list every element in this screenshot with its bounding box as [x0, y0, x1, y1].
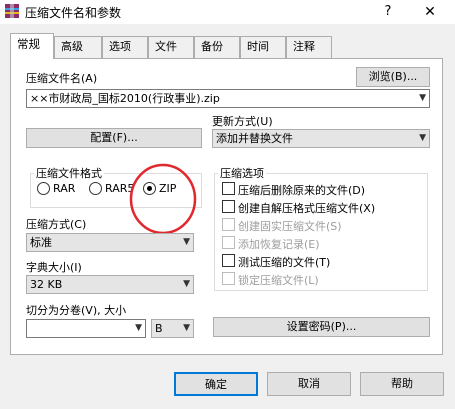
- window-title: 压缩文件名和参数: [25, 6, 122, 20]
- checkbox-create-sfx-label: 创建自解压格式压缩文件(X): [238, 202, 376, 215]
- archiving-options-label: 压缩选项: [218, 165, 266, 181]
- chevron-down-icon[interactable]: ▼: [183, 320, 190, 337]
- archive-name-label: 压缩文件名(A): [26, 72, 98, 85]
- ok-button[interactable]: 确定: [174, 372, 258, 396]
- profiles-button[interactable]: 配置(F)...: [26, 128, 202, 148]
- split-volumes-label: 切分为分卷(V), 大小: [26, 304, 127, 317]
- dictionary-size-select[interactable]: 32 KB ▼: [26, 275, 194, 294]
- chevron-down-icon[interactable]: ▼: [183, 276, 190, 293]
- compression-method-select[interactable]: 标准 ▼: [26, 233, 194, 252]
- checkbox-solid-archive-label: 创建固实压缩文件(S): [238, 220, 342, 233]
- tab-backup[interactable]: 备份: [194, 36, 240, 58]
- cancel-button[interactable]: 取消: [267, 372, 351, 396]
- red-annotation-circle: [129, 163, 197, 235]
- checkbox-lock-archive-label: 锁定压缩文件(L): [238, 274, 319, 287]
- checkbox-delete-after[interactable]: [222, 182, 235, 195]
- compression-method-label: 压缩方式(C): [26, 218, 87, 231]
- checkbox-delete-after-label: 压缩后删除原来的文件(D): [238, 184, 366, 197]
- chevron-down-icon[interactable]: ▼: [183, 234, 190, 251]
- close-icon[interactable]: ✕: [420, 2, 440, 22]
- radio-rar5[interactable]: [89, 182, 102, 195]
- dictionary-size-label: 字典大小(I): [26, 261, 82, 274]
- checkbox-test-files-label: 测试压缩的文件(T): [238, 256, 331, 269]
- checkbox-recovery-record: [222, 236, 235, 249]
- split-unit-value: B: [155, 322, 163, 335]
- chevron-down-icon[interactable]: ▼: [419, 130, 426, 147]
- compression-method-value: 标准: [30, 236, 52, 249]
- tab-files[interactable]: 文件: [148, 36, 194, 58]
- radio-rar[interactable]: [37, 182, 50, 195]
- archive-name-value: ××市财政局_国标2010(行政事业).zip: [30, 92, 220, 105]
- title-bar: 压缩文件名和参数 ? ✕: [0, 0, 455, 24]
- tab-advanced[interactable]: 高级: [54, 36, 102, 58]
- set-password-button[interactable]: 设置密码(P)...: [213, 317, 430, 337]
- update-mode-select[interactable]: 添加并替换文件 ▼: [212, 129, 430, 148]
- help-question-icon[interactable]: ?: [378, 2, 398, 22]
- chevron-down-icon[interactable]: ▼: [419, 90, 426, 107]
- dictionary-size-value: 32 KB: [30, 278, 63, 291]
- browse-button[interactable]: 浏览(B)...: [356, 67, 430, 87]
- checkbox-lock-archive: [222, 272, 235, 285]
- chevron-down-icon[interactable]: ▼: [135, 320, 142, 337]
- split-unit-select[interactable]: B ▼: [151, 319, 194, 338]
- split-size-input[interactable]: ▼: [26, 319, 146, 338]
- archive-format-label: 压缩文件格式: [34, 165, 104, 181]
- tab-time[interactable]: 时间: [240, 36, 286, 58]
- checkbox-recovery-record-label: 添加恢复记录(E): [238, 238, 320, 251]
- winrar-app-icon: [5, 4, 19, 18]
- tab-comment[interactable]: 注释: [286, 36, 332, 58]
- help-button[interactable]: 帮助: [360, 372, 444, 396]
- checkbox-test-files[interactable]: [222, 254, 235, 267]
- update-mode-label: 更新方式(U): [212, 115, 273, 128]
- tab-options[interactable]: 选项: [102, 36, 148, 58]
- radio-rar-label: RAR: [53, 182, 76, 195]
- checkbox-solid-archive: [222, 218, 235, 231]
- update-mode-value: 添加并替换文件: [216, 132, 293, 145]
- checkbox-create-sfx[interactable]: [222, 200, 235, 213]
- tab-general[interactable]: 常规: [10, 33, 54, 59]
- archive-name-combo[interactable]: ××市财政局_国标2010(行政事业).zip ▼: [26, 89, 430, 108]
